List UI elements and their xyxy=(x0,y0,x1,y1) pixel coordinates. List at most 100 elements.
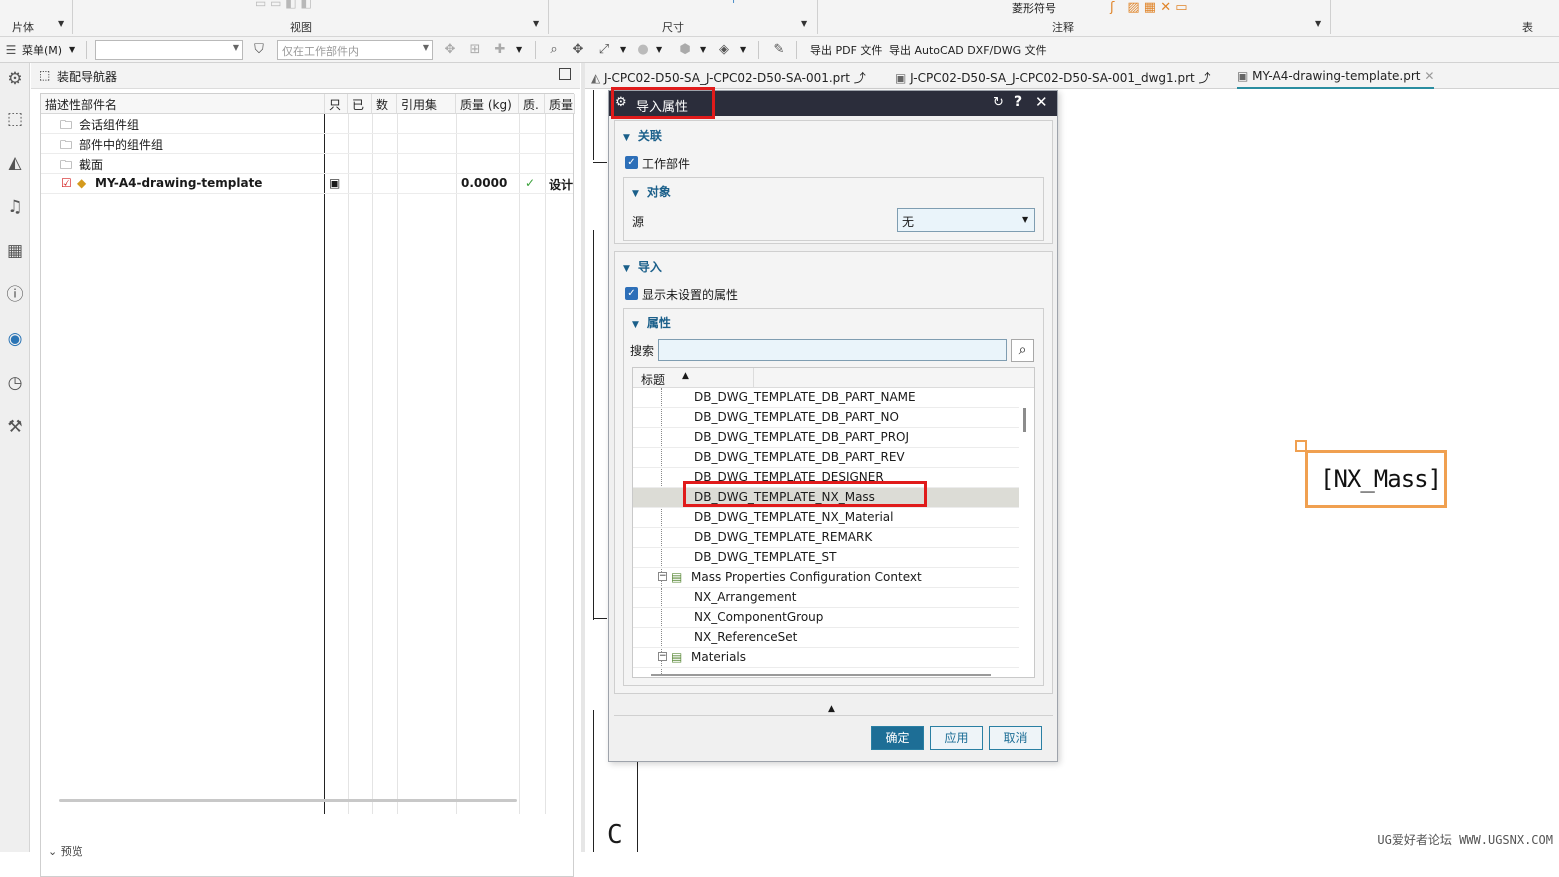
part-navigator-icon[interactable]: ◭ xyxy=(3,151,27,175)
ribbon-view-dropdown-icon[interactable]: ▼ xyxy=(533,19,539,28)
shaded-icon[interactable]: ● xyxy=(634,41,652,59)
list-item[interactable]: NX_ReferenceSet xyxy=(633,628,1019,648)
scope-filter-combo[interactable]: 仅在工作部件内 ▼ xyxy=(277,40,433,60)
list-item[interactable]: DB_DWG_TEMPLATE_NX_Material xyxy=(633,508,1019,528)
cube-dropdown-icon[interactable]: ▼ xyxy=(700,45,706,54)
list-item[interactable]: NX_ComponentGroup xyxy=(633,608,1019,628)
object-header[interactable]: ▼ 对象 xyxy=(632,183,671,200)
layer-dropdown-icon[interactable]: ▼ xyxy=(740,45,746,54)
work-part-checkbox[interactable]: ✓ xyxy=(625,156,638,169)
maximize-icon[interactable] xyxy=(559,68,571,80)
cube-icon[interactable]: ⬢ xyxy=(676,41,694,59)
table-row[interactable]: 🗀 部件中的组件组 xyxy=(41,134,573,154)
ok-button[interactable]: 确定 xyxy=(871,726,924,750)
select-all-icon[interactable]: ⊞ xyxy=(466,41,484,59)
col-description[interactable]: 描述性部件名 xyxy=(41,94,325,114)
col-readonly[interactable]: 只 xyxy=(325,94,348,114)
ribbon-group-annotation[interactable]: 注释 xyxy=(1052,19,1074,35)
list-item[interactable]: − ▤ Materials xyxy=(633,648,1019,668)
col-reference-set[interactable]: 引用集 xyxy=(397,94,456,114)
source-select[interactable]: 无 ▼ xyxy=(897,208,1035,232)
reuse-library-icon[interactable]: ▦ xyxy=(3,239,27,263)
table-row[interactable]: 🗀 会话组件组 xyxy=(41,114,573,134)
vertical-scrollbar[interactable] xyxy=(1023,408,1026,432)
list-item[interactable]: DB_DWG_TEMPLATE_ST xyxy=(633,548,1019,568)
measure-icon[interactable]: ✎ xyxy=(770,41,788,59)
table-row[interactable]: 🗀 截面 xyxy=(41,154,573,174)
list-item[interactable]: NX_Arrangement xyxy=(633,588,1019,608)
export-pdf-button[interactable]: 导出 PDF 文件 xyxy=(810,42,882,58)
gear-icon[interactable]: ⚙ xyxy=(3,67,27,91)
search-input[interactable] xyxy=(658,339,1007,361)
show-unset-checkbox[interactable]: ✓ xyxy=(625,287,638,300)
fit-icon[interactable]: ⤢ xyxy=(595,41,613,59)
tab-label: MY-A4-drawing-template.prt xyxy=(1252,69,1421,83)
list-item[interactable]: DB_DWG_TEMPLATE_DB_PART_REV xyxy=(633,448,1019,468)
ribbon-group-dimension[interactable]: 尺寸 xyxy=(662,19,684,35)
list-item[interactable]: DB_DWG_TEMPLATE_REMARK xyxy=(633,528,1019,548)
type-filter-combo[interactable]: ▼ xyxy=(95,40,243,60)
table-row[interactable]: ☑ ◆ MY-A4-drawing-template ▣ 0.0000 ✓ 设计 xyxy=(41,174,573,194)
note-annotation[interactable]: [NX_Mass] xyxy=(1305,450,1447,508)
list-header[interactable]: 标题 ▲ xyxy=(633,368,1034,388)
web-browser-icon[interactable]: ◉ xyxy=(3,327,27,351)
col-mass[interactable]: 质量 (kg) xyxy=(456,94,519,114)
ribbon-dimension-icon[interactable]: ╵ xyxy=(730,0,737,10)
col-mass-status[interactable]: 质. xyxy=(519,94,545,114)
association-header[interactable]: ▼ 关联 xyxy=(623,127,662,144)
bell-icon[interactable]: ♫ xyxy=(3,195,27,219)
ribbon-sheet-dropdown-icon[interactable]: ▼ xyxy=(58,19,64,28)
col-mass-state[interactable]: 质量 xyxy=(545,94,575,114)
export-dwg-button[interactable]: 导出 AutoCAD DXF/DWG 文件 xyxy=(889,42,1047,58)
shaded-dropdown-icon[interactable]: ▼ xyxy=(656,45,662,54)
roles-icon[interactable]: ⚒ xyxy=(3,415,27,439)
layer-icon[interactable]: ◈ xyxy=(715,41,733,59)
collapse-icon[interactable]: − xyxy=(658,572,667,581)
tab-drawing-part[interactable]: ▣ J-CPC02-D50-SA_J-CPC02-D50-SA-001_dwg1… xyxy=(895,63,1211,89)
import-header[interactable]: ▼ 导入 xyxy=(623,258,662,275)
source-value: 无 xyxy=(902,215,915,229)
filter-icon[interactable]: ⛉ xyxy=(250,41,268,59)
close-icon[interactable]: ✕ xyxy=(1421,69,1434,83)
search-icon[interactable]: ⌕ xyxy=(1011,339,1034,362)
info-icon[interactable]: ⓘ xyxy=(3,283,27,307)
horizontal-scrollbar[interactable] xyxy=(59,799,517,802)
ribbon-group-table[interactable]: 表 xyxy=(1522,19,1533,35)
assembly-navigator-icon[interactable]: ⬚ xyxy=(3,107,27,131)
col-loaded[interactable]: 已 xyxy=(348,94,372,114)
fit-dropdown-icon[interactable]: ▼ xyxy=(620,45,626,54)
close-icon[interactable]: ✕ xyxy=(1035,93,1048,111)
list-item[interactable]: DB_DWG_TEMPLATE_DB_PART_PROJ xyxy=(633,428,1019,448)
snap-icon[interactable]: ✚ xyxy=(491,41,509,59)
ribbon-group-view[interactable]: 视图 xyxy=(290,19,312,35)
menu-icon[interactable]: ☰ xyxy=(2,41,20,59)
ribbon-annotation-dropdown-icon[interactable]: ▼ xyxy=(1315,19,1321,28)
horizontal-scrollbar[interactable] xyxy=(651,674,991,676)
list-item[interactable]: − ▤ Mass Properties Configuration Contex… xyxy=(633,568,1019,588)
col-count[interactable]: 数 xyxy=(372,94,397,114)
tab-assembly-part[interactable]: ◭ J-CPC02-D50-SA_J-CPC02-D50-SA-001.prt … xyxy=(591,63,866,89)
ribbon-dimension-dropdown-icon[interactable]: ▼ xyxy=(801,19,807,28)
attributes-header[interactable]: ▼ 属性 xyxy=(632,314,671,331)
list-item[interactable]: DB_DWG_TEMPLATE_DB_PART_NAME xyxy=(633,388,1019,408)
menu-dropdown-icon[interactable]: ▼ xyxy=(69,45,75,54)
preview-section[interactable]: ⌄ 预览 xyxy=(48,843,83,859)
collapse-icon[interactable]: − xyxy=(658,652,667,661)
snap-dropdown-icon[interactable]: ▼ xyxy=(516,45,522,54)
reset-icon[interactable]: ↻ xyxy=(993,95,1004,110)
checkbox-icon[interactable]: ☑ xyxy=(61,176,72,190)
collapse-up-icon[interactable]: ▲ xyxy=(828,704,835,714)
ribbon-annotation-icons[interactable]: ʃ ▨ ▦ ✕ ▭ xyxy=(1110,0,1188,15)
apply-button[interactable]: 应用 xyxy=(930,726,983,750)
help-icon[interactable]: ? xyxy=(1014,94,1022,110)
zoom-icon[interactable]: ⌕ xyxy=(545,41,563,59)
select-icon[interactable]: ✥ xyxy=(441,41,459,59)
history-icon[interactable]: ◷ xyxy=(3,371,27,395)
menu-button[interactable]: 菜单(M) xyxy=(22,42,62,58)
pan-icon[interactable]: ✥ xyxy=(569,41,587,59)
save-icon: ▣ xyxy=(329,176,341,190)
cancel-button[interactable]: 取消 xyxy=(989,726,1042,750)
tab-template-part[interactable]: ▣ MY-A4-drawing-template.prt ✕ xyxy=(1237,63,1435,89)
list-item[interactable]: DB_DWG_TEMPLATE_DB_PART_NO xyxy=(633,408,1019,428)
ribbon-group-sheet[interactable]: 片体 xyxy=(12,19,34,35)
